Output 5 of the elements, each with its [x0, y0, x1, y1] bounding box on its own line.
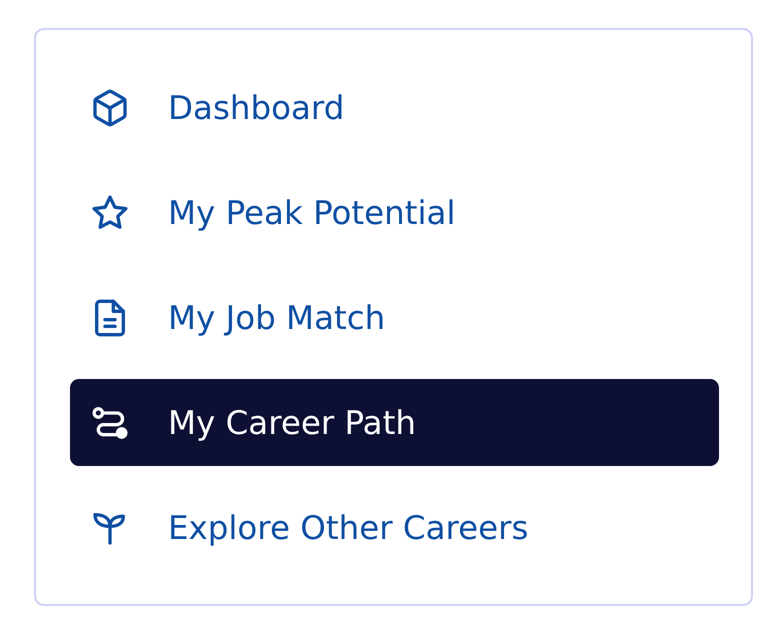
nav-item[interactable]: Dashboard [70, 64, 719, 151]
nav-item[interactable]: My Career Path [70, 379, 719, 466]
nav-item[interactable]: Explore Other Careers [70, 484, 719, 571]
nav-item[interactable]: My Job Match [70, 274, 719, 361]
nav-item[interactable]: My Peak Potential [70, 169, 719, 256]
